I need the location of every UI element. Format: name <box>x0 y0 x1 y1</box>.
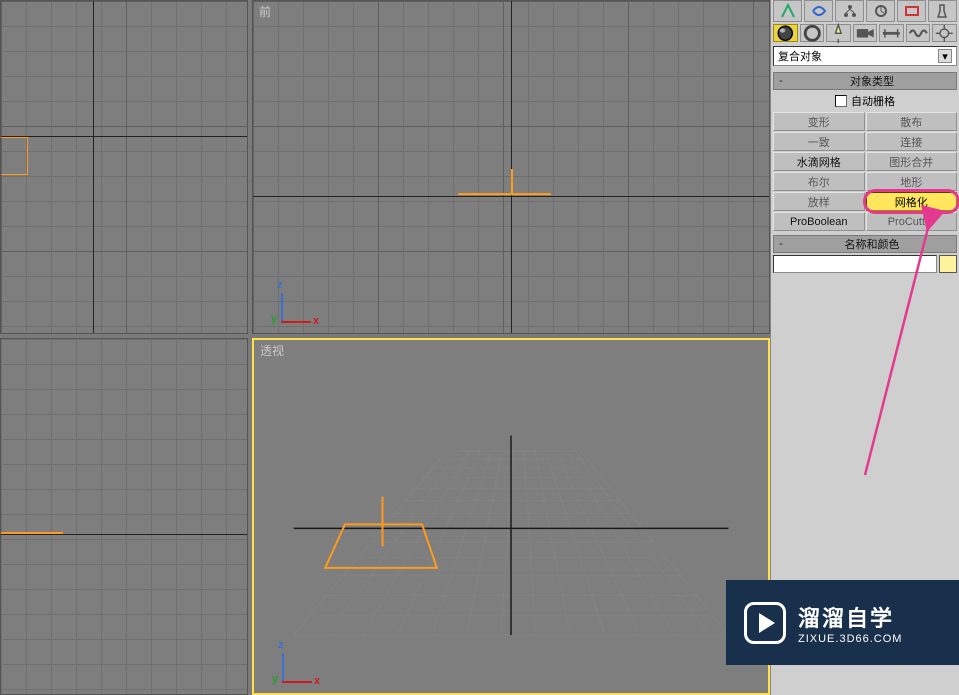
perspective-floor <box>254 340 768 693</box>
category-cameras[interactable] <box>853 24 878 42</box>
btn-morph[interactable]: 变形 <box>773 112 865 131</box>
autogrid-checkbox[interactable] <box>835 95 847 107</box>
btn-mesher[interactable]: 网格化 <box>866 192 958 211</box>
play-icon <box>744 602 786 644</box>
category-lights[interactable] <box>826 24 851 42</box>
category-spacewarps[interactable] <box>906 24 931 42</box>
watermark: 溜溜自学 ZIXUE.3D66.COM <box>726 580 959 665</box>
selected-line <box>1 532 63 534</box>
axis-gizmo: zxy <box>273 275 321 323</box>
object-name-input[interactable] <box>773 255 937 273</box>
autogrid-row: 自动栅格 <box>771 90 959 112</box>
category-row <box>771 22 959 44</box>
object-type-buttons: 变形 散布 一致 连接 水滴网格 图形合并 布尔 地形 放样 网格化 ProBo… <box>771 112 959 231</box>
axis-gizmo: zxy <box>274 635 322 683</box>
panel-tabs <box>771 0 959 22</box>
tab-hierarchy[interactable] <box>835 0 864 22</box>
dropdown-value: 复合对象 <box>778 48 822 64</box>
tab-modify[interactable] <box>804 0 833 22</box>
left-viewport[interactable] <box>0 338 248 695</box>
color-swatch[interactable] <box>939 255 957 273</box>
btn-loft[interactable]: 放样 <box>773 192 865 211</box>
tab-utilities[interactable] <box>928 0 957 22</box>
object-category-dropdown[interactable]: 复合对象 ▾ <box>773 46 957 66</box>
selected-vertical <box>511 169 513 195</box>
btn-connect[interactable]: 连接 <box>866 132 958 151</box>
category-systems[interactable] <box>932 24 957 42</box>
btn-blobmesh[interactable]: 水滴网格 <box>773 152 865 171</box>
btn-conform[interactable]: 一致 <box>773 132 865 151</box>
collapse-icon: - <box>774 238 788 250</box>
grid-major <box>1 1 247 333</box>
axis-vertical <box>511 1 512 333</box>
axis-horizontal <box>1 136 247 137</box>
front-viewport[interactable]: 前 zxy <box>252 0 770 334</box>
selection-line <box>458 193 551 195</box>
watermark-title: 溜溜自学 <box>798 601 902 633</box>
category-shapes[interactable] <box>800 24 825 42</box>
perspective-viewport[interactable]: 透视 <box>252 338 770 695</box>
rollout-object-type-header[interactable]: - 对象类型 <box>773 72 957 90</box>
btn-shapemerge[interactable]: 图形合并 <box>866 152 958 171</box>
category-geometry[interactable] <box>773 24 798 42</box>
rollout-title: 名称和颜色 <box>788 236 956 252</box>
btn-terrain[interactable]: 地形 <box>866 172 958 191</box>
watermark-sub: ZIXUE.3D66.COM <box>798 633 902 645</box>
chevron-down-icon: ▾ <box>938 49 952 63</box>
top-left-viewport[interactable] <box>0 0 248 334</box>
btn-procutter[interactable]: ProCutter <box>866 212 958 231</box>
tab-create[interactable] <box>773 0 802 22</box>
selection-box <box>1 137 28 175</box>
tab-motion[interactable] <box>866 0 895 22</box>
tab-display[interactable] <box>897 0 926 22</box>
autogrid-label: 自动栅格 <box>851 93 895 109</box>
axis-horizontal <box>1 534 247 535</box>
grid <box>1 339 247 694</box>
axis-vertical <box>93 1 94 333</box>
btn-boolean[interactable]: 布尔 <box>773 172 865 191</box>
name-color-row <box>771 253 959 275</box>
btn-scatter[interactable]: 散布 <box>866 112 958 131</box>
btn-proboolean[interactable]: ProBoolean <box>773 212 865 231</box>
category-helpers[interactable] <box>879 24 904 42</box>
collapse-icon: - <box>774 75 788 87</box>
rollout-name-color-header[interactable]: - 名称和颜色 <box>773 235 957 253</box>
rollout-title: 对象类型 <box>788 73 956 89</box>
